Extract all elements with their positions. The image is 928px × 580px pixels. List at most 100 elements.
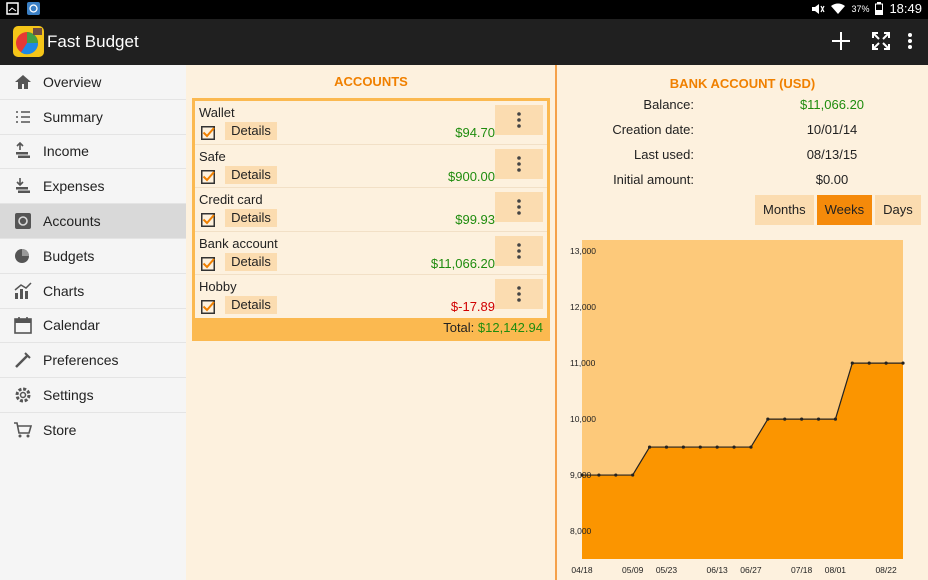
sidebar-item-settings[interactable]: Settings [0,378,186,413]
sidebar-item-expenses[interactable]: Expenses [0,169,186,205]
balance-row: Balance: $11,066.20 [557,97,928,115]
fast-budget-logo [13,26,44,57]
last-used-row: Last used: 08/13/15 [557,147,928,165]
details-button[interactable]: Details [225,209,277,228]
navigation-drawer: Overview Summary Income Expenses Account… [0,65,186,580]
account-name: Credit card [199,192,263,208]
sidebar-item-overview[interactable]: Overview [0,65,186,100]
chart-point [715,445,719,449]
total-value: $12,142.94 [477,320,543,335]
chart-point [664,445,669,449]
sidebar-item-label: Income [43,143,89,160]
sync-notification-icon [27,2,40,15]
chart-point [850,361,854,365]
account-checkbox[interactable] [201,126,215,140]
y-tick-label: 12,000 [570,302,596,312]
gallery-notification-icon [6,2,19,15]
more-vertical-icon [517,199,521,215]
balance-value: $11,066.20 [799,97,865,112]
chart-point [597,473,601,477]
sidebar-item-store[interactable]: Store [0,413,186,448]
calendar-icon [14,317,32,335]
budget-icon [15,248,29,263]
sidebar-item-preferences[interactable]: Preferences [0,343,186,379]
tab-weeks[interactable]: Weeks [816,195,873,225]
y-tick-label: 9,000 [570,470,592,480]
y-tick-label: 10,000 [570,414,596,424]
clock: 18:49 [889,1,922,16]
sidebar-item-label: Accounts [43,213,101,230]
accounts-total: Total: $12,142.94 [195,318,547,338]
chart-icon [14,282,32,299]
account-checkbox[interactable] [201,300,215,315]
tab-days[interactable]: Days [875,195,921,225]
chart-point [681,445,685,449]
sidebar-item-label: Expenses [43,178,105,195]
account-row-wallet[interactable]: Wallet Details $94.70 [195,101,547,145]
sidebar-item-accounts[interactable]: Accounts [0,204,186,239]
creation-date-value: 10/01/14 [806,122,858,137]
account-menu-button[interactable] [495,235,543,266]
tab-months[interactable]: Months [755,195,814,225]
sidebar-item-label: Budgets [43,247,95,264]
sidebar-item-calendar[interactable]: Calendar [0,309,186,344]
sidebar-item-summary[interactable]: Summary [0,100,186,135]
chart-point [783,417,787,421]
chart-point [631,473,635,477]
fullscreen-icon[interactable] [869,29,893,53]
chart-point [884,361,888,365]
app-bar: Fast Budget [0,19,928,65]
more-vertical-icon [517,242,521,259]
account-checkbox[interactable] [201,169,215,184]
balance-chart: 8,000 9,000 10,000 11,000 12,000 13,000 04/18 0… [570,240,905,575]
account-checkbox[interactable] [201,213,215,228]
chart-point [816,417,821,421]
account-amount: $-17.89 [450,299,495,315]
chart-point [614,473,618,477]
total-label: Total: [443,320,475,335]
x-tick-label: 04/18 [571,565,593,575]
sidebar-item-budgets[interactable]: Budgets [0,239,186,274]
sidebar-item-charts[interactable]: Charts [0,274,186,309]
add-icon[interactable] [829,29,853,53]
accounts-title: ACCOUNTS [334,74,408,89]
account-row-credit-card[interactable]: Credit card Details $99.93 [195,188,547,232]
list-icon [16,110,30,123]
home-icon [15,74,31,89]
account-row-bank-account[interactable]: Bank account Details $11,066.20 [195,232,547,276]
accounts-panel: ACCOUNTS Wallet Details $94.70 Safe Deta… [186,65,556,580]
sidebar-item-label: Overview [43,73,102,90]
chart-point [833,417,838,421]
account-menu-button[interactable] [495,192,543,223]
gear-icon [15,387,31,403]
chart-point [698,445,702,449]
mute-icon [812,3,825,14]
account-menu-button[interactable] [495,148,543,179]
account-menu-button[interactable] [495,105,543,135]
account-row-hobby[interactable]: Hobby Details $-17.89 [195,275,547,319]
preferences-icon [15,352,31,369]
account-row-safe[interactable]: Safe Details $900.00 [195,145,547,189]
details-button[interactable]: Details [225,165,277,184]
chart-point [800,417,804,421]
details-button[interactable]: Details [225,252,277,271]
x-tick-label: 08/22 [875,565,897,575]
details-button[interactable]: Details [225,122,277,140]
battery-icon [875,2,884,15]
account-amount: $94.70 [455,125,495,140]
y-tick-label: 11,000 [570,358,596,368]
creation-date-row: Creation date: 10/01/14 [557,122,928,140]
x-tick-label: 08/01 [825,565,847,575]
sidebar-item-label: Preferences [43,352,119,369]
overflow-menu-icon[interactable] [898,29,922,53]
sidebar-item-income[interactable]: Income [0,135,186,170]
details-button[interactable]: Details [225,296,277,315]
sidebar-item-label: Settings [43,387,94,404]
account-checkbox[interactable] [201,256,215,271]
account-amount: $99.93 [455,212,495,228]
sidebar-item-label: Summary [43,108,103,125]
account-menu-button[interactable] [495,279,543,310]
initial-amount-label: Initial amount: [613,172,694,187]
account-name: Wallet [199,105,235,120]
accounts-list: Wallet Details $94.70 Safe Details $900.… [192,98,550,341]
